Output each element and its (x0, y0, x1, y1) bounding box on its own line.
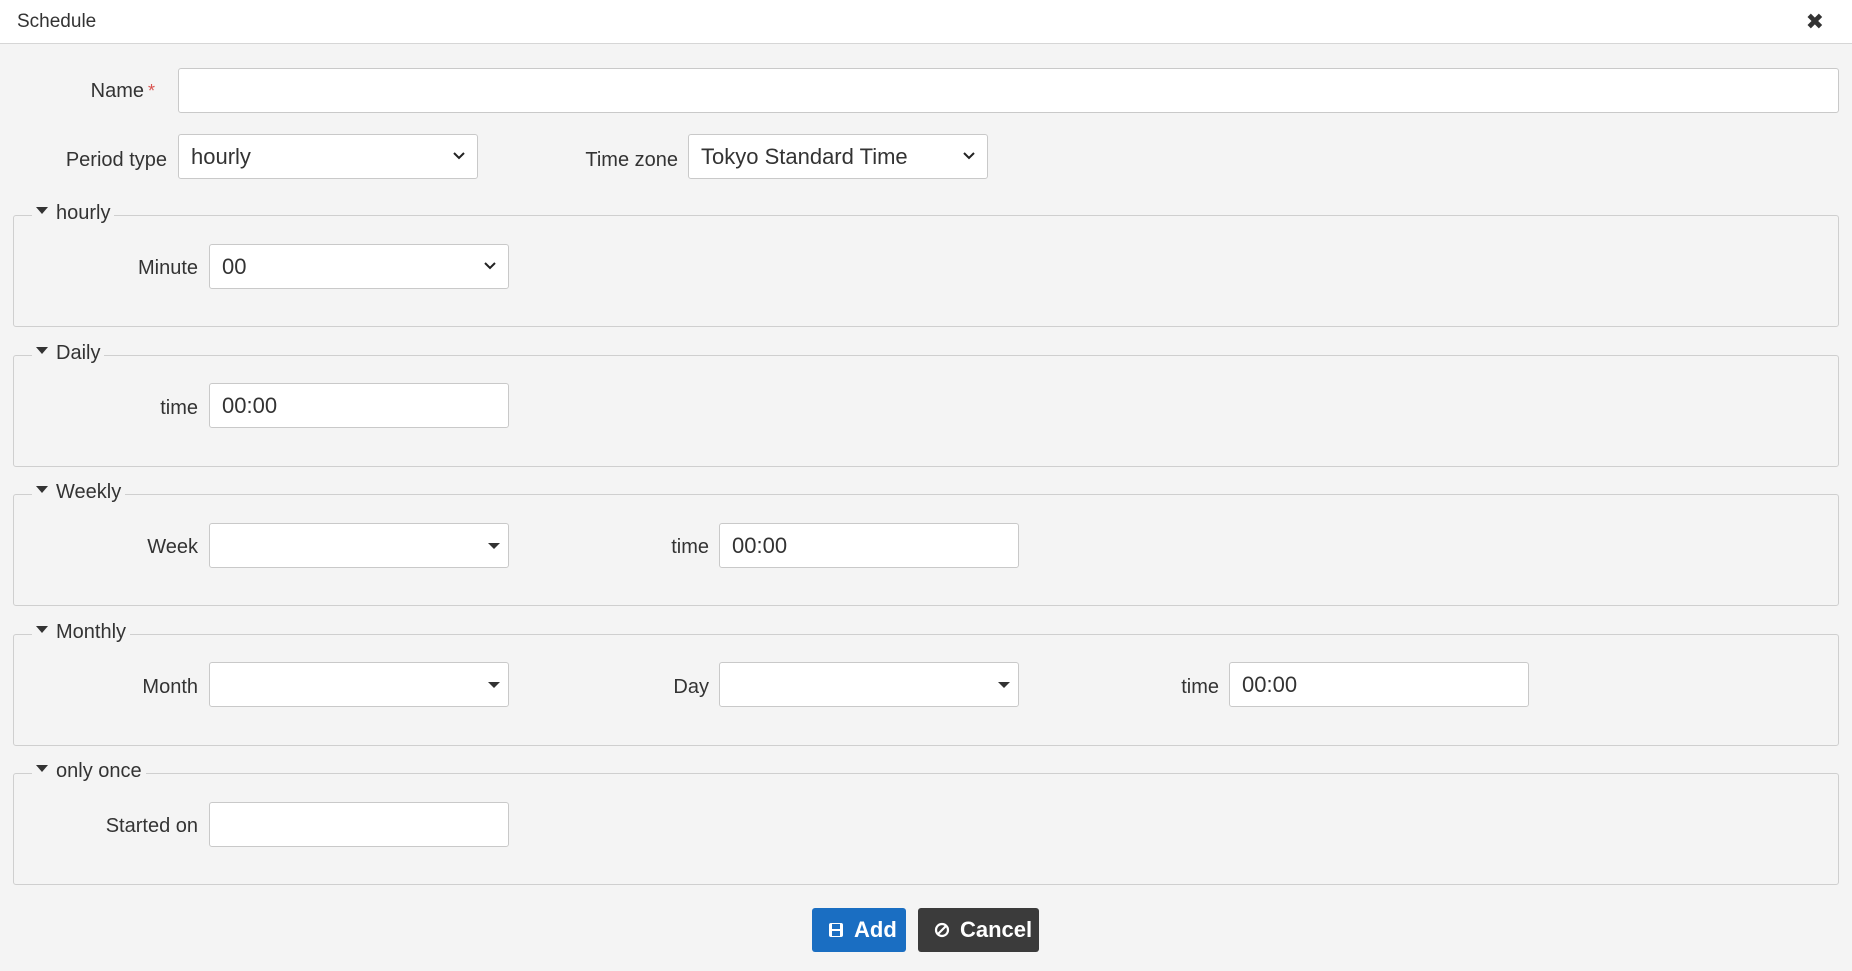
name-input[interactable] (178, 68, 1839, 113)
monthly-section-toggle[interactable]: Monthly (32, 621, 131, 644)
weekly-section-toggle[interactable]: Weekly (32, 481, 126, 504)
month-label: Month (142, 676, 198, 698)
minute-select[interactable]: 00 (209, 244, 509, 289)
dialog-title-bar: Schedule ✖ (0, 0, 1852, 44)
ban-icon (934, 922, 950, 938)
add-button[interactable]: Add (812, 908, 906, 952)
caret-down-icon (36, 486, 48, 494)
weekly-time-label: time (671, 536, 709, 558)
cancel-button[interactable]: Cancel (918, 908, 1039, 952)
daily-time-label: time (160, 397, 198, 419)
dialog-title: Schedule (17, 11, 97, 32)
month-select[interactable] (209, 662, 509, 707)
daily-time-input[interactable]: 00:00 (209, 383, 509, 428)
hourly-section-toggle[interactable]: hourly (32, 202, 115, 225)
monthly-time-input[interactable]: 00:00 (1229, 662, 1529, 707)
day-label: Day (673, 676, 709, 698)
minute-label: Minute (137, 257, 198, 279)
chevron-down-icon (963, 152, 975, 160)
caret-down-icon (998, 682, 1010, 688)
chevron-down-icon (453, 152, 465, 160)
monthly-time-label: time (1181, 676, 1219, 698)
weekly-time-input[interactable]: 00:00 (719, 523, 1019, 568)
add-button-label: Add (854, 917, 897, 942)
time-zone-label: Time zone (585, 149, 678, 171)
day-select[interactable] (719, 662, 1019, 707)
period-type-select[interactable]: hourly (178, 134, 478, 179)
period-type-value: hourly (191, 144, 251, 169)
caret-down-icon (36, 207, 48, 215)
daily-section-toggle[interactable]: Daily (32, 342, 105, 365)
caret-down-icon (36, 765, 48, 773)
only-once-section-toggle[interactable]: only once (32, 760, 146, 783)
time-zone-value: Tokyo Standard Time (701, 144, 908, 169)
caret-down-icon (36, 626, 48, 634)
week-select[interactable] (209, 523, 509, 568)
caret-down-icon (488, 682, 500, 688)
hourly-legend: hourly (56, 202, 111, 224)
time-zone-select[interactable]: Tokyo Standard Time (688, 134, 988, 179)
started-on-input[interactable] (209, 802, 509, 847)
caret-down-icon (36, 347, 48, 355)
only-once-legend: only once (56, 760, 142, 782)
name-label-text: Name (90, 80, 144, 102)
weekly-legend: Weekly (56, 481, 122, 503)
minute-value: 00 (222, 254, 247, 279)
save-icon (829, 923, 843, 937)
started-on-label: Started on (105, 815, 198, 837)
week-label: Week (147, 536, 198, 558)
chevron-down-icon (484, 262, 496, 270)
monthly-legend: Monthly (56, 621, 127, 643)
daily-legend: Daily (56, 342, 101, 364)
close-icon[interactable]: ✖ (1806, 8, 1824, 36)
name-label: Name * (91, 80, 155, 103)
cancel-button-label: Cancel (960, 917, 1033, 942)
period-type-label: Period type (65, 149, 167, 171)
caret-down-icon (488, 543, 500, 549)
required-mark: * (147, 81, 155, 101)
